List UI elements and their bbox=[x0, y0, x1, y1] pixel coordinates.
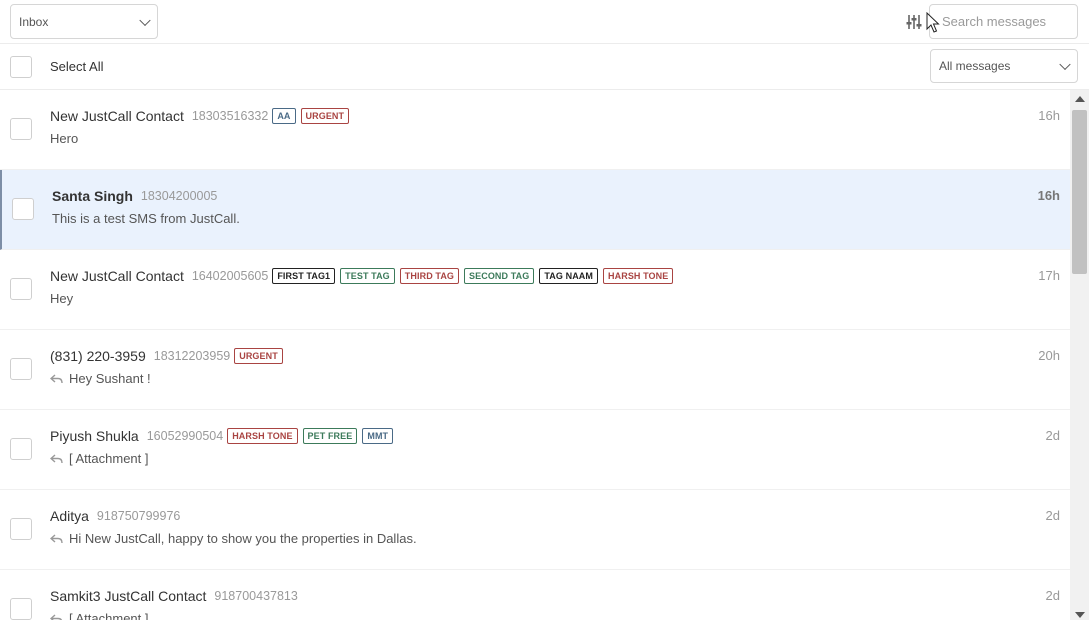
message-header: Samkit3 JustCall Contact 918700437813 bbox=[50, 588, 298, 604]
chevron-down-icon bbox=[139, 14, 151, 26]
top-bar: Inbox bbox=[0, 0, 1089, 44]
contact-number: 918750799976 bbox=[96, 509, 181, 523]
message-row[interactable]: Santa Singh 18304200005 This is a test SMS… bbox=[0, 170, 1070, 250]
message-preview-line: [ Attachment ] bbox=[50, 611, 149, 620]
message-checkbox[interactable] bbox=[10, 598, 32, 620]
message-preview: Hi New JustCall, happy to show you the p… bbox=[69, 531, 417, 546]
message-preview: [ Attachment ] bbox=[69, 611, 149, 620]
folder-select[interactable]: Inbox bbox=[10, 4, 158, 39]
mouse-cursor-icon bbox=[926, 12, 940, 33]
message-time: 2d bbox=[1045, 588, 1060, 603]
message-header: Piyush Shukla 16052990504 HARSH TONE PET FR… bbox=[50, 428, 394, 444]
message-row[interactable]: Samkit3 JustCall Contact 918700437813 [ At… bbox=[0, 570, 1070, 620]
message-checkbox[interactable] bbox=[10, 118, 32, 140]
contact-name: Piyush Shukla bbox=[50, 428, 139, 444]
scroll-up-icon[interactable] bbox=[1075, 96, 1085, 102]
message-header: Santa Singh 18304200005 bbox=[52, 188, 217, 204]
contact-name: Samkit3 JustCall Contact bbox=[50, 588, 207, 604]
tag-badge: HARSH TONE bbox=[227, 428, 298, 444]
message-time: 16h bbox=[1037, 188, 1060, 203]
message-preview-line: Hero bbox=[50, 131, 78, 146]
scrollbar-thumb[interactable] bbox=[1072, 110, 1087, 274]
tag-badge: MMT bbox=[362, 428, 394, 444]
tag-badge: TAG NAAM bbox=[539, 268, 599, 284]
message-filter-value: All messages bbox=[939, 59, 1011, 73]
tag-badge: SECOND TAG bbox=[464, 268, 535, 284]
message-time: 20h bbox=[1038, 348, 1060, 363]
tag-badge: FIRST TAG1 bbox=[272, 268, 336, 284]
contact-number: 918700437813 bbox=[214, 589, 298, 603]
message-preview: This is a test SMS from JustCall. bbox=[52, 211, 240, 226]
message-header: (831) 220-3959 18312203959 URGENT bbox=[50, 348, 283, 364]
select-all-label[interactable]: Select All bbox=[50, 59, 103, 74]
tag-badge: URGENT bbox=[300, 108, 350, 124]
message-filter-select[interactable]: All messages bbox=[930, 49, 1078, 83]
chevron-down-icon bbox=[1059, 58, 1071, 71]
message-preview: Hey bbox=[50, 291, 74, 306]
contact-name: New JustCall Contact bbox=[50, 108, 184, 124]
message-preview: Hero bbox=[50, 131, 79, 146]
message-time: 2d bbox=[1045, 428, 1060, 443]
message-time: 16h bbox=[1038, 108, 1060, 123]
contact-name: New JustCall Contact bbox=[50, 268, 184, 284]
message-header: Aditya 918750799976 bbox=[50, 508, 180, 524]
message-checkbox[interactable] bbox=[10, 278, 32, 300]
reply-icon bbox=[50, 373, 63, 383]
contact-name: Santa Singh bbox=[52, 188, 133, 204]
contact-number: 18304200005 bbox=[140, 189, 218, 203]
message-row[interactable]: (831) 220-3959 18312203959 URGENT Hey Susha… bbox=[0, 330, 1070, 410]
folder-select-value: Inbox bbox=[19, 14, 49, 29]
reply-icon bbox=[50, 533, 63, 543]
message-preview-line: Hi New JustCall, happy to show you the p… bbox=[50, 531, 417, 546]
contact-number: 18312203959 bbox=[153, 349, 231, 363]
tag-badge: HARSH TONE bbox=[603, 268, 674, 284]
tag-badge: THIRD TAG bbox=[399, 268, 460, 284]
message-list: New JustCall Contact 18303516332 AA URGENT H… bbox=[0, 90, 1070, 620]
message-time: 2d bbox=[1045, 508, 1060, 523]
message-preview-line: [ Attachment ] bbox=[50, 451, 149, 466]
message-preview: [ Attachment ] bbox=[69, 451, 149, 466]
contact-number: 16052990504 bbox=[146, 429, 224, 443]
contact-number: 18303516332 bbox=[191, 109, 269, 123]
select-all-checkbox[interactable] bbox=[10, 56, 32, 78]
message-preview-line: This is a test SMS from JustCall. bbox=[52, 211, 240, 226]
contact-name: (831) 220-3959 bbox=[50, 348, 146, 364]
reply-icon bbox=[50, 453, 63, 463]
tag-badge: TEST TAG bbox=[340, 268, 395, 284]
tag-badge: PET FREE bbox=[302, 428, 358, 444]
message-checkbox[interactable] bbox=[10, 438, 32, 460]
reply-icon bbox=[50, 613, 63, 620]
message-header: New JustCall Contact 18303516332 AA URGENT bbox=[50, 108, 350, 124]
filter-sliders-icon[interactable] bbox=[905, 13, 923, 31]
message-preview: Hey Sushant ! bbox=[69, 371, 151, 386]
tag-badge: URGENT bbox=[234, 348, 283, 364]
scroll-down-icon[interactable] bbox=[1075, 612, 1085, 618]
scrollbar[interactable] bbox=[1070, 90, 1089, 620]
message-preview-line: Hey bbox=[50, 291, 73, 306]
message-time: 17h bbox=[1038, 268, 1060, 283]
tag-badge: AA bbox=[272, 108, 296, 124]
message-row[interactable]: Aditya 918750799976 Hi New JustCall, happy… bbox=[0, 490, 1070, 570]
contact-name: Aditya bbox=[50, 508, 89, 524]
search-input[interactable] bbox=[929, 4, 1078, 39]
message-checkbox[interactable] bbox=[12, 198, 34, 220]
selection-bar: Select All All messages bbox=[0, 44, 1089, 90]
message-header: New JustCall Contact 16402005605 FIRST TAG… bbox=[50, 268, 674, 284]
message-row[interactable]: New JustCall Contact 18303516332 AA URGENT H… bbox=[0, 90, 1070, 170]
contact-number: 16402005605 bbox=[191, 269, 269, 283]
message-preview-line: Hey Sushant ! bbox=[50, 371, 151, 386]
message-row[interactable]: Piyush Shukla 16052990504 HARSH TONE PET FR… bbox=[0, 410, 1070, 490]
message-checkbox[interactable] bbox=[10, 518, 32, 540]
message-row[interactable]: New JustCall Contact 16402005605 FIRST TAG… bbox=[0, 250, 1070, 330]
message-checkbox[interactable] bbox=[10, 358, 32, 380]
